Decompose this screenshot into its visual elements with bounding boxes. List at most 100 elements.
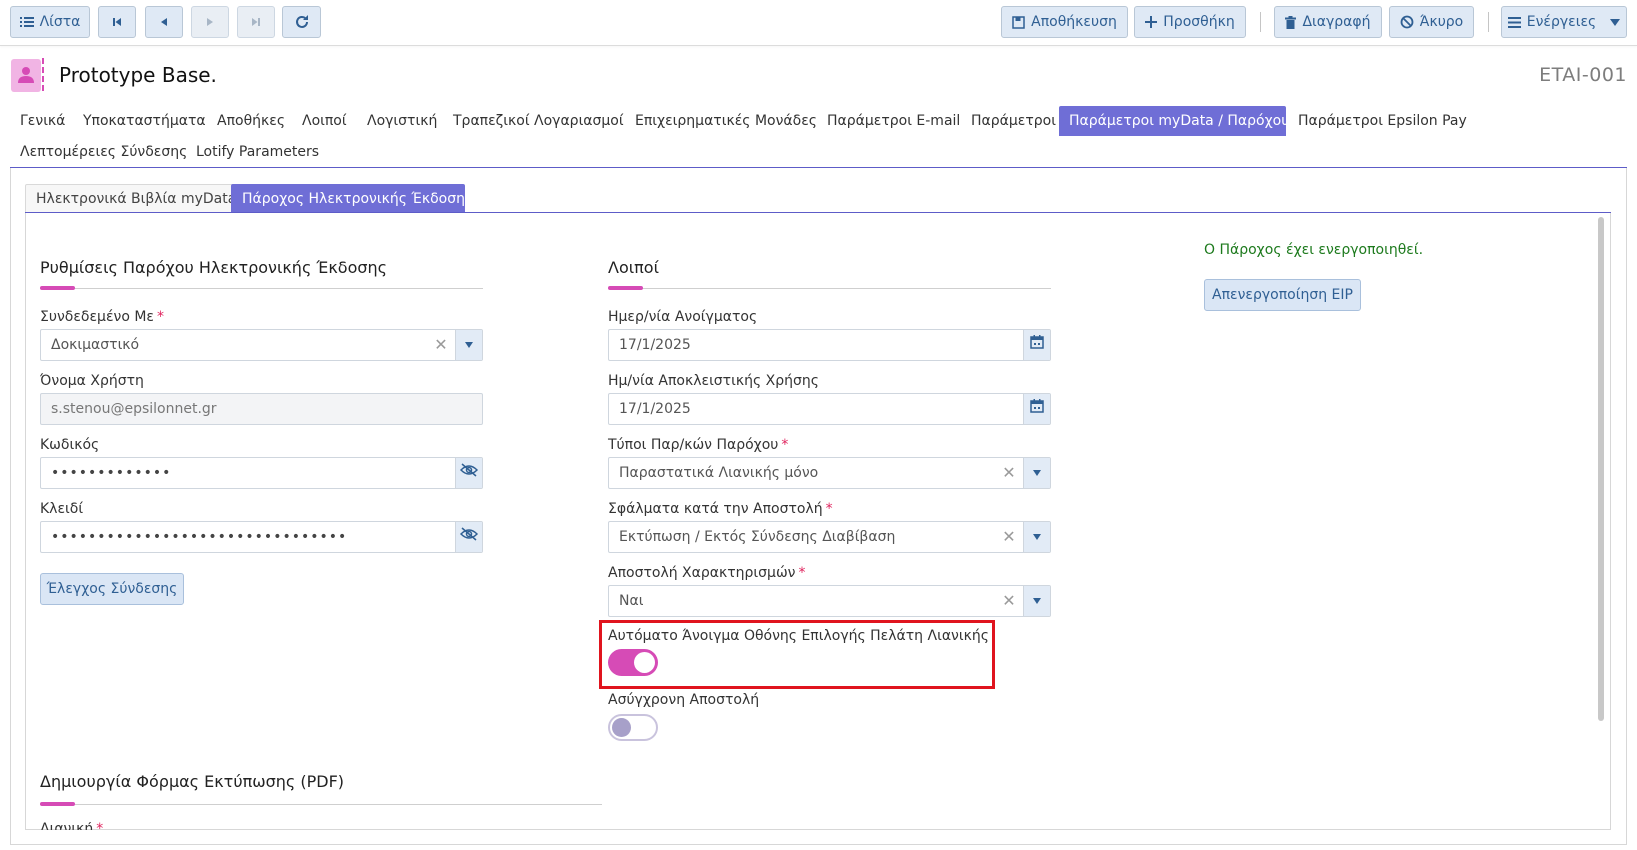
send-errors-value: Εκτύπωση / Εκτός Σύνδεσης Διαβίβαση xyxy=(619,529,896,545)
skip-last-icon xyxy=(251,17,261,27)
delete-button[interactable]: Διαγραφή xyxy=(1274,6,1382,38)
vertical-scrollbar[interactable] xyxy=(1598,217,1604,721)
actions-button-label: Ενέργειες xyxy=(1526,14,1597,30)
key-field[interactable]: •••••••••••••••••••••••••••••••• xyxy=(40,521,483,553)
opening-date-label: Ημερ/νία Ανοίγματος xyxy=(608,309,758,325)
tab-lotify-parameters[interactable]: Lotify Parameters xyxy=(186,137,329,167)
exclusive-use-date-picker-button[interactable] xyxy=(1023,394,1050,424)
tab-business-units[interactable]: Επιχειρηματικές Μονάδες xyxy=(625,106,827,136)
dropdown-arrow-icon[interactable] xyxy=(1023,458,1050,488)
tab-mydata-provider-parameters[interactable]: Παράμετροι myData / Παρόχου xyxy=(1059,106,1289,136)
async-send-label: Ασύγχρονη Αποστολή xyxy=(608,692,760,708)
tab-epsilon-pay-parameters[interactable]: Παράμετροι Epsilon Pay xyxy=(1288,106,1477,136)
opening-date-field[interactable]: 17/1/2025 xyxy=(608,329,1051,361)
tab-others[interactable]: Λοιποί xyxy=(292,106,357,136)
toolbar: Λίστα Αποθήκευση Προσθήκη Διαγραφή Άκυρο… xyxy=(0,0,1637,46)
calendar-icon xyxy=(1030,394,1044,424)
provider-doc-types-value: Παραστατικά Λιανικής μόνο xyxy=(619,465,819,481)
cancel-button-label: Άκυρο xyxy=(1419,14,1464,30)
subtab-e-invoicing-provider[interactable]: Πάροχος Ηλεκτρονικής Έκδοσης xyxy=(231,184,473,212)
save-button[interactable]: Αποθήκευση xyxy=(1001,6,1128,38)
password-field[interactable]: ••••••••••••• xyxy=(40,457,483,489)
tab-parameters[interactable]: Παράμετροι xyxy=(961,106,1066,136)
ban-icon xyxy=(1400,15,1414,29)
avatar xyxy=(11,59,41,92)
add-button[interactable]: Προσθήκη xyxy=(1134,6,1246,38)
user-icon xyxy=(18,66,34,88)
dropdown-arrow-icon[interactable] xyxy=(1023,522,1050,552)
refresh-icon xyxy=(294,14,310,30)
tab-general[interactable]: Γενικά xyxy=(10,106,75,136)
tab-branches[interactable]: Υποκαταστήματα xyxy=(73,106,216,136)
tab-connection-details[interactable]: Λεπτομέρειες Σύνδεσης xyxy=(10,137,197,167)
refresh-button[interactable] xyxy=(282,6,321,38)
cancel-button[interactable]: Άκυρο xyxy=(1389,6,1474,38)
caret-left-icon xyxy=(160,17,168,27)
connected-with-label: Συνδεδεμένο Με * xyxy=(40,309,164,325)
last-record-button[interactable] xyxy=(237,6,275,38)
clear-icon[interactable]: ✕ xyxy=(997,458,1021,488)
plus-icon xyxy=(1145,16,1158,28)
menu-icon xyxy=(1507,16,1521,28)
record-code: ETAI-001 xyxy=(1539,64,1627,86)
deactivate-eip-button[interactable]: Απενεργοποίηση EIP xyxy=(1204,279,1361,311)
eye-slash-icon xyxy=(459,522,479,552)
subtab-mydata-books[interactable]: Ηλεκτρονικά Βιβλία myData xyxy=(25,184,248,212)
opening-date-picker-button[interactable] xyxy=(1023,330,1050,360)
caret-down-icon xyxy=(1610,18,1621,26)
skip-first-icon xyxy=(112,17,122,27)
test-connection-button[interactable]: Έλεγχος Σύνδεσης xyxy=(40,573,184,605)
send-classifications-select[interactable]: Ναι ✕ xyxy=(608,585,1051,617)
toggle-password-visibility-button[interactable] xyxy=(455,458,482,488)
delete-button-label: Διαγραφή xyxy=(1302,14,1371,30)
send-errors-select[interactable]: Εκτύπωση / Εκτός Σύνδεσης Διαβίβαση ✕ xyxy=(608,521,1051,553)
caret-right-icon xyxy=(206,17,214,27)
exclusive-use-date-value: 17/1/2025 xyxy=(619,401,691,417)
pdf-section-title: Δημιουργία Φόρμας Εκτύπωσης (PDF) xyxy=(40,772,345,791)
tab-bank-accounts[interactable]: Τραπεζικοί Λογαριασμοί xyxy=(443,106,634,136)
toolbar-separator xyxy=(1260,12,1261,32)
key-value: •••••••••••••••••••••••••••••••• xyxy=(51,529,348,545)
list-button[interactable]: Λίστα xyxy=(10,6,90,38)
send-classifications-label: Αποστολή Χαρακτηρισμών * xyxy=(608,565,806,581)
async-send-toggle[interactable] xyxy=(608,714,658,741)
tab-warehouses[interactable]: Αποθήκες xyxy=(207,106,295,136)
dropdown-arrow-icon[interactable] xyxy=(1023,586,1050,616)
list-button-label: Λίστα xyxy=(39,14,81,30)
next-record-button[interactable] xyxy=(191,6,229,38)
previous-record-button[interactable] xyxy=(145,6,183,38)
list-icon xyxy=(19,16,34,28)
section-divider xyxy=(40,804,602,805)
password-label: Κωδικός xyxy=(40,437,100,453)
section-divider xyxy=(608,288,1051,289)
clear-icon[interactable]: ✕ xyxy=(997,586,1021,616)
exclusive-use-date-field[interactable]: 17/1/2025 xyxy=(608,393,1051,425)
opening-date-value: 17/1/2025 xyxy=(619,337,691,353)
tab-accounting[interactable]: Λογιστική xyxy=(357,106,447,136)
clear-icon[interactable]: ✕ xyxy=(429,330,453,360)
connected-with-select[interactable]: Δοκιμαστικό ✕ xyxy=(40,329,483,361)
section-accent xyxy=(40,286,75,290)
actions-dropdown-button[interactable]: Ενέργειες xyxy=(1501,6,1627,38)
provider-doc-types-label: Τύποι Παρ/κών Παρόχου * xyxy=(608,437,789,453)
provider-status-text: Ο Πάροχος έχει ενεργοποιηθεί. xyxy=(1204,242,1424,258)
first-record-button[interactable] xyxy=(98,6,136,38)
username-field[interactable]: s.stenou@epsilonnet.gr xyxy=(40,393,483,425)
send-classifications-value: Ναι xyxy=(619,593,644,609)
eye-slash-icon xyxy=(459,458,479,488)
connected-with-value: Δοκιμαστικό xyxy=(51,337,140,353)
key-label: Κλειδί xyxy=(40,501,84,517)
send-errors-label: Σφάλματα κατά την Αποστολή * xyxy=(608,501,833,517)
highlight-box xyxy=(599,620,995,689)
password-value: ••••••••••••• xyxy=(51,465,172,481)
toggle-key-visibility-button[interactable] xyxy=(455,522,482,552)
floppy-disk-icon xyxy=(1012,15,1025,29)
trash-icon xyxy=(1285,15,1297,29)
tab-email-parameters[interactable]: Παράμετροι E-mail xyxy=(817,106,970,136)
clear-icon[interactable]: ✕ xyxy=(997,522,1021,552)
provider-doc-types-select[interactable]: Παραστατικά Λιανικής μόνο ✕ xyxy=(608,457,1051,489)
add-button-label: Προσθήκη xyxy=(1163,14,1235,30)
calendar-icon xyxy=(1030,330,1044,360)
dropdown-arrow-icon[interactable] xyxy=(455,330,482,360)
section-accent xyxy=(40,802,75,806)
